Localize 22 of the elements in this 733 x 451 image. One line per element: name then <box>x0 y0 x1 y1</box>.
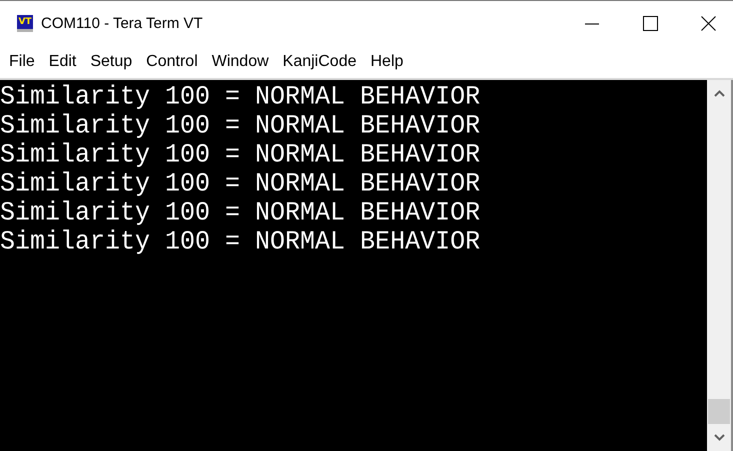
terminal-line: Similarity 100 = NORMAL BEHAVIOR <box>0 139 480 170</box>
app-icon: VT <box>17 15 33 32</box>
terminal-line: Similarity 100 = NORMAL BEHAVIOR <box>0 81 480 112</box>
menu-item[interactable]: Edit <box>42 53 84 71</box>
terminal-line: Similarity 100 = NORMAL BEHAVIOR <box>0 110 480 141</box>
terminal-line: Similarity 100 = NORMAL BEHAVIOR <box>0 226 480 257</box>
chevron-up-icon <box>714 90 724 97</box>
menu-item[interactable]: Control <box>139 53 205 71</box>
maximize-icon <box>642 16 658 31</box>
menu-item[interactable]: Window <box>204 53 276 71</box>
terminal-line: Similarity 100 = NORMAL BEHAVIOR <box>0 197 480 228</box>
close-icon <box>700 16 716 31</box>
scrollbar[interactable] <box>707 80 733 451</box>
scrollbar-thumb[interactable] <box>708 399 730 424</box>
menu-item[interactable]: Help <box>363 53 410 71</box>
menu-item[interactable]: Setup <box>83 53 140 71</box>
terminal-line: Similarity 100 = NORMAL BEHAVIOR <box>0 168 480 199</box>
menu-item[interactable]: KanjiCode <box>276 53 364 71</box>
menu-item[interactable]: File <box>2 53 42 71</box>
chevron-down-icon <box>714 434 724 441</box>
window-title: COM110 - Tera Term VT <box>41 15 204 32</box>
minimize-icon <box>585 22 599 24</box>
